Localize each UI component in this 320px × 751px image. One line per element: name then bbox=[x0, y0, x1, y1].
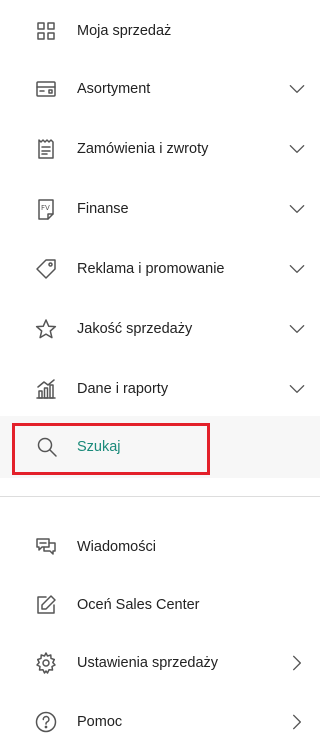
divider bbox=[0, 496, 320, 497]
menu-item-wiadomosci[interactable]: Wiadomości bbox=[0, 519, 320, 575]
menu-item-label: Pomoc bbox=[77, 714, 123, 730]
receipt-icon bbox=[33, 136, 59, 162]
star-icon bbox=[33, 316, 59, 342]
gear-icon bbox=[33, 650, 59, 676]
menu-item-dane[interactable]: Dane i raporty bbox=[0, 361, 320, 417]
chat-icon bbox=[33, 534, 59, 560]
chevron-down-icon[interactable] bbox=[286, 198, 308, 220]
search-icon bbox=[34, 434, 60, 460]
menu-item-moja-sprzedaz[interactable]: Moja sprzedaż bbox=[0, 3, 320, 59]
menu-item-label: Oceń Sales Center bbox=[77, 597, 200, 613]
menu-item-label: Zamówienia i zwroty bbox=[77, 141, 209, 157]
chart-icon bbox=[33, 376, 59, 402]
chevron-down-icon[interactable] bbox=[286, 258, 308, 280]
chevron-down-icon[interactable] bbox=[286, 378, 308, 400]
menu-item-label: Ustawienia sprzedaży bbox=[77, 655, 219, 671]
menu-item-ocen[interactable]: Oceń Sales Center bbox=[0, 577, 320, 633]
box-icon bbox=[33, 76, 59, 102]
price-tag-icon bbox=[33, 256, 59, 282]
menu-item-finanse[interactable]: FV Finanse bbox=[0, 181, 320, 237]
chevron-down-icon[interactable] bbox=[286, 318, 308, 340]
menu-item-zamowienia[interactable]: Zamówienia i zwroty bbox=[0, 121, 320, 177]
menu-item-label: Szukaj bbox=[77, 439, 121, 455]
invoice-fv-icon: FV bbox=[33, 196, 59, 222]
dashboard-grid-icon bbox=[33, 18, 59, 44]
menu-item-pomoc[interactable]: Pomoc bbox=[0, 694, 320, 750]
svg-text:FV: FV bbox=[41, 204, 50, 212]
menu-item-reklama[interactable]: Reklama i promowanie bbox=[0, 241, 320, 297]
menu-item-ustawienia[interactable]: Ustawienia sprzedaży bbox=[0, 635, 320, 691]
menu-item-szukaj[interactable]: Szukaj bbox=[0, 416, 320, 478]
edit-icon bbox=[33, 592, 59, 618]
menu-item-label: Dane i raporty bbox=[77, 381, 169, 397]
menu-item-label: Wiadomości bbox=[77, 539, 156, 555]
menu-item-label: Asortyment bbox=[77, 81, 151, 97]
menu-item-label: Reklama i promowanie bbox=[77, 261, 225, 277]
menu-item-jakosc[interactable]: Jakość sprzedaży bbox=[0, 301, 320, 357]
chevron-right-icon[interactable] bbox=[286, 711, 308, 733]
menu-item-asortyment[interactable]: Asortyment bbox=[0, 61, 320, 117]
chevron-down-icon[interactable] bbox=[286, 138, 308, 160]
chevron-right-icon[interactable] bbox=[286, 652, 308, 674]
help-icon bbox=[33, 709, 59, 735]
menu-item-label: Jakość sprzedaży bbox=[77, 321, 193, 337]
menu-item-label: Moja sprzedaż bbox=[77, 23, 172, 39]
chevron-down-icon[interactable] bbox=[286, 78, 308, 100]
menu-item-label: Finanse bbox=[77, 201, 129, 217]
